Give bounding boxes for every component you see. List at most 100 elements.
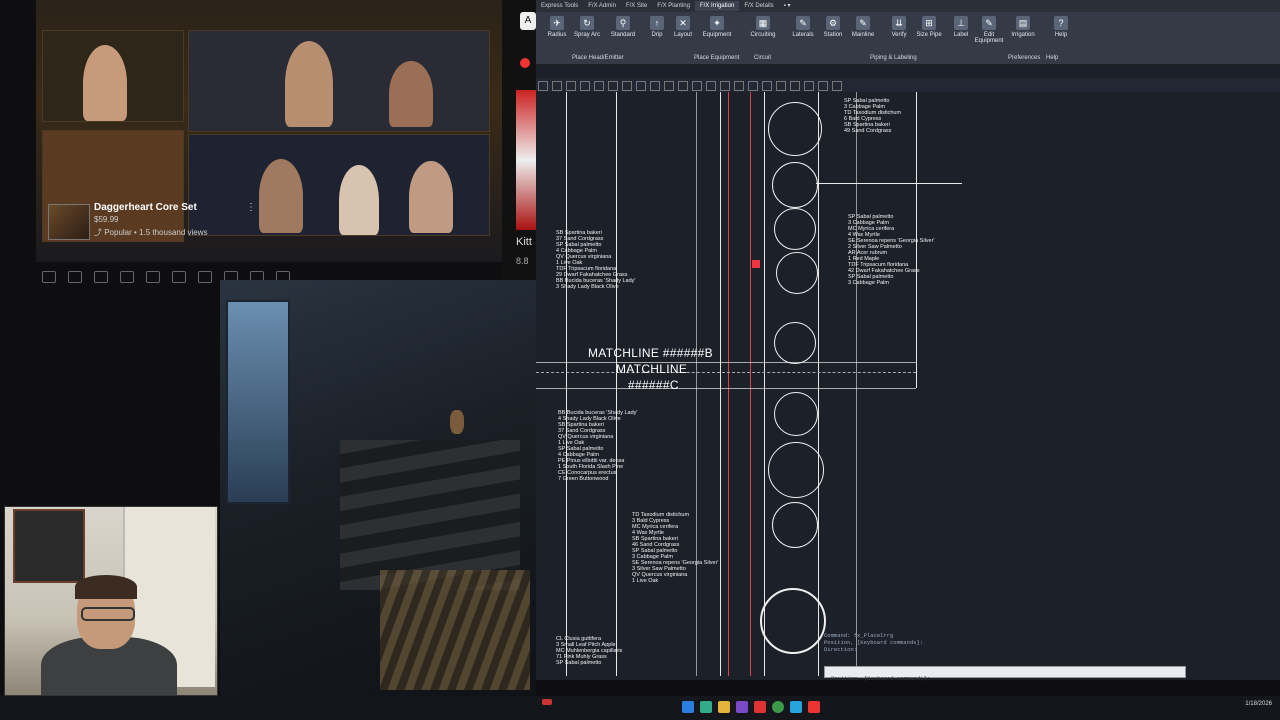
tool-icon[interactable]: [762, 81, 772, 91]
tree-symbol[interactable]: [776, 252, 818, 294]
tool-icon[interactable]: [594, 81, 604, 91]
control-icon[interactable]: [42, 271, 56, 283]
tool-icon[interactable]: [552, 81, 562, 91]
app-icon[interactable]: [790, 701, 802, 713]
plant-label[interactable]: 1 Live Oak: [632, 578, 718, 584]
tool-icon[interactable]: [664, 81, 674, 91]
control-icon[interactable]: [68, 271, 82, 283]
ribbon-button[interactable]: ✎ Laterals: [786, 16, 820, 38]
tree-symbol[interactable]: [768, 442, 824, 498]
tool-icon[interactable]: [832, 81, 842, 91]
tree-symbol[interactable]: [768, 102, 822, 156]
ribbon-button[interactable]: ✎ Mainline: [846, 16, 880, 38]
game-capture: [220, 280, 536, 696]
video-price: $59.99: [94, 215, 119, 224]
tree-symbol[interactable]: [774, 322, 816, 364]
app-icon[interactable]: [754, 701, 766, 713]
command-input[interactable]: Position, [Keyboard commands]:: [824, 666, 1186, 682]
selected-marker[interactable]: [752, 260, 760, 268]
ribbon-tab[interactable]: F/X Details: [739, 1, 778, 11]
tool-icon[interactable]: [566, 81, 576, 91]
ribbon-button[interactable]: ✈ Radius: [540, 16, 574, 38]
chrome-icon[interactable]: [772, 701, 784, 713]
tree-symbol[interactable]: [774, 208, 816, 250]
ribbon-button[interactable]: ▦ Circuiting: [746, 16, 780, 38]
ribbon-button-icon: ✕: [676, 16, 690, 30]
ribbon-tab[interactable]: F/X Irrigation: [694, 1, 740, 11]
tool-icon[interactable]: [636, 81, 646, 91]
ribbon-tab[interactable]: F/X Planting: [652, 1, 695, 11]
video-title[interactable]: Daggerheart Core Set: [94, 202, 197, 213]
tool-icon[interactable]: [580, 81, 590, 91]
more-options-icon[interactable]: ⋮: [246, 202, 256, 213]
control-icon[interactable]: [172, 271, 186, 283]
tool-icon[interactable]: [650, 81, 660, 91]
tree-symbol[interactable]: [772, 502, 818, 548]
video-player[interactable]: Daggerheart Core Set $59.99 ⤴ Popular • …: [36, 0, 502, 262]
ribbon-button[interactable]: ⚙ Station: [816, 16, 850, 38]
app-icon[interactable]: [808, 701, 820, 713]
video-thumbnail-2[interactable]: [516, 90, 536, 230]
plan-line: [764, 92, 765, 676]
video-meta-2: 8.8: [516, 256, 529, 266]
tool-icon[interactable]: [748, 81, 758, 91]
ribbon-button[interactable]: ↻ Spray Arc: [570, 16, 604, 38]
ribbon-button[interactable]: ✎ Edit Equipment: [972, 16, 1006, 44]
control-icon[interactable]: [94, 271, 108, 283]
ribbon-button[interactable]: ? Help: [1044, 16, 1078, 38]
ribbon-button-label: Mainline: [851, 32, 875, 38]
tool-icon[interactable]: [678, 81, 688, 91]
control-icon[interactable]: [146, 271, 160, 283]
video-thumbnail[interactable]: [48, 204, 90, 240]
ribbon-button[interactable]: ⇊ Verify: [882, 16, 916, 38]
ribbon-tab[interactable]: F/X Site: [621, 1, 652, 11]
ribbon-tab[interactable]: ▪ ▾: [779, 0, 796, 11]
cad-window: Express Tools F/X Admin F/X Site F/X Planti…: [536, 0, 1280, 682]
tree-symbol[interactable]: [774, 392, 818, 436]
tool-icon[interactable]: [622, 81, 632, 91]
control-icon[interactable]: [198, 271, 212, 283]
tool-icon[interactable]: [790, 81, 800, 91]
ribbon-button[interactable]: ▤ Irrigation: [1006, 16, 1040, 38]
tool-icon[interactable]: [776, 81, 786, 91]
ribbon-tab[interactable]: Express Tools: [536, 1, 583, 11]
video-info-card[interactable]: Daggerheart Core Set $59.99 ⤴ Popular • …: [48, 200, 268, 240]
tool-icon[interactable]: [706, 81, 716, 91]
ribbon-button[interactable]: ✕ Layout: [666, 16, 700, 38]
tool-icon[interactable]: [734, 81, 744, 91]
label-group-center-lower: TD Taxodium distichum 3 Bald Cypress MC My…: [632, 512, 718, 584]
tool-icon[interactable]: [720, 81, 730, 91]
tool-icon[interactable]: [538, 81, 548, 91]
ribbon-button[interactable]: ⚲ Standard: [606, 16, 640, 38]
clock[interactable]: 1/18/2026: [1245, 700, 1272, 708]
tool-icon[interactable]: [804, 81, 814, 91]
ribbon-button[interactable]: ⊞ Size Pipe: [912, 16, 946, 38]
tree-symbol[interactable]: [760, 588, 826, 654]
ribbon-button-icon: ⊞: [922, 16, 936, 30]
ribbon-button-icon: ⚲: [616, 16, 630, 30]
ribbon-button[interactable]: ✦ Equipment: [700, 16, 734, 38]
plant-label[interactable]: SP Sabal palmetto: [556, 660, 622, 666]
ribbon-tab[interactable]: F/X Admin: [583, 1, 621, 11]
tree-symbol[interactable]: [772, 162, 818, 208]
control-icon[interactable]: [120, 271, 134, 283]
folder-icon[interactable]: [718, 701, 730, 713]
plant-label[interactable]: 49 Sand Cordgrass: [844, 128, 901, 134]
app-icon[interactable]: [736, 701, 748, 713]
planks: [380, 570, 530, 690]
plant-label[interactable]: 3 Shady Lady Black Olive: [556, 284, 635, 290]
tool-icon[interactable]: [818, 81, 828, 91]
video-title-2[interactable]: Kitt: [516, 236, 532, 248]
drawing-canvas[interactable]: SP Sabal palmetto 3 Cabbage Palm TD Taxodi…: [536, 92, 1280, 676]
wall-poster: [13, 509, 85, 583]
app-icon[interactable]: [542, 699, 552, 705]
youtube-icon[interactable]: [520, 58, 530, 68]
tool-icon[interactable]: [608, 81, 618, 91]
search-icon[interactable]: [700, 701, 712, 713]
ribbon-button-icon: ✈: [550, 16, 564, 30]
start-icon[interactable]: [682, 701, 694, 713]
plant-label[interactable]: 3 Cabbage Palm: [848, 280, 934, 286]
tool-icon[interactable]: [692, 81, 702, 91]
plant-label[interactable]: 7 Green Buttonwood: [558, 476, 637, 482]
filter-chip[interactable]: A: [520, 12, 536, 30]
